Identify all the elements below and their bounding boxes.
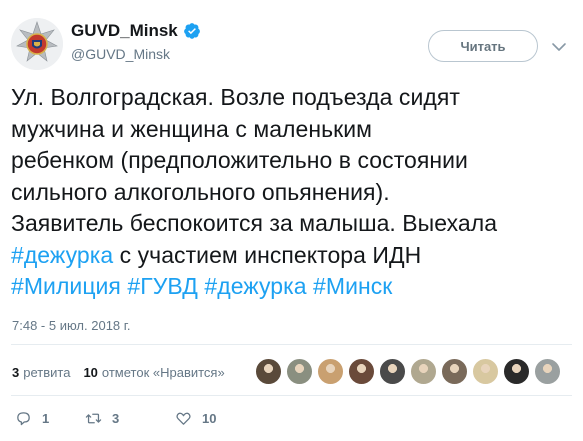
reply-icon bbox=[17, 411, 30, 425]
hashtag-link[interactable]: #Милиция bbox=[11, 273, 121, 299]
display-name[interactable]: GUVD_Minsk bbox=[71, 21, 201, 41]
profile-avatar[interactable] bbox=[11, 18, 63, 70]
likes-count: 10 bbox=[83, 364, 98, 380]
tweet-actions: 1 3 10 bbox=[15, 408, 245, 428]
follow-button[interactable]: Читать bbox=[428, 30, 538, 62]
retweet-count: 3 bbox=[112, 410, 120, 426]
tweet-text-segment: мужчина и женщина с маленьким bbox=[11, 115, 373, 142]
police-emblem-icon bbox=[11, 18, 63, 70]
like-count: 10 bbox=[202, 410, 217, 426]
likes-stat[interactable]: 10 отметок «Нравится» bbox=[83, 365, 224, 380]
liker-avatar[interactable] bbox=[472, 358, 499, 385]
tweet-text-line: #Милиция #ГУВД #дежурка #Минск bbox=[11, 271, 577, 303]
tweet-text-segment: Ул. Волгоградская. Возле подъезда сидят bbox=[11, 84, 460, 110]
divider bbox=[11, 395, 572, 396]
tweet-stats: 3 ретвита 10 отметок «Нравится» bbox=[12, 356, 572, 388]
liker-avatars bbox=[255, 358, 565, 385]
tweet-text-line: Заявитель беспокоится за малыша. Выехала bbox=[11, 208, 577, 240]
chevron-down-icon[interactable] bbox=[551, 39, 567, 55]
tweet-text-line: ребенком (предположительно в состоянии bbox=[11, 145, 577, 177]
liker-avatar[interactable] bbox=[379, 358, 406, 385]
heart-icon bbox=[176, 412, 191, 425]
verified-badge-icon bbox=[183, 23, 200, 39]
liker-avatar[interactable] bbox=[286, 358, 313, 385]
liker-avatar[interactable] bbox=[534, 358, 561, 385]
tweet-text: Ул. Волгоградская. Возле подъезда сидят м… bbox=[11, 82, 577, 303]
liker-avatar[interactable] bbox=[317, 358, 344, 385]
tweet-text-segment: Заявитель беспокоится за малыша. Выехала bbox=[11, 210, 498, 236]
liker-avatar[interactable] bbox=[348, 358, 375, 385]
tweet-timestamp[interactable]: 7:48 - 5 июл. 2018 г. bbox=[12, 318, 131, 333]
tweet-text-line: мужчина и женщина с маленьким bbox=[11, 114, 577, 146]
retweets-count: 3 bbox=[12, 364, 20, 380]
retweet-button[interactable]: 3 bbox=[85, 410, 175, 427]
display-name-text[interactable]: GUVD_Minsk bbox=[71, 21, 178, 41]
like-button[interactable]: 10 bbox=[175, 410, 245, 427]
hashtag-link[interactable]: #дежурка bbox=[11, 242, 113, 268]
retweet-icon bbox=[85, 413, 102, 423]
tweet-text-segment: сильного алкогольного опьянения). bbox=[11, 178, 390, 205]
tweet-text-segment: ребенком (предположительно в состоянии bbox=[11, 147, 468, 173]
tweet-text-line: Ул. Волгоградская. Возле подъезда сидят bbox=[11, 82, 577, 114]
tweet-text-line: #дежурка с участием инспектора ИДН bbox=[11, 240, 577, 272]
retweets-label: ретвита bbox=[23, 364, 71, 380]
likes-label: отметок «Нравится» bbox=[101, 364, 225, 380]
tweet-text-segment: с участием инспектора ИДН bbox=[113, 241, 422, 268]
reply-count: 1 bbox=[42, 410, 50, 426]
retweets-stat[interactable]: 3 ретвита bbox=[12, 365, 70, 380]
account-handle[interactable]: @GUVD_Minsk bbox=[71, 46, 201, 62]
reply-button[interactable]: 1 bbox=[15, 410, 85, 427]
tweet-text-line: сильного алкогольного опьянения). bbox=[11, 177, 577, 209]
liker-avatar[interactable] bbox=[503, 358, 530, 385]
divider bbox=[11, 344, 572, 345]
liker-avatar[interactable] bbox=[441, 358, 468, 385]
hashtag-link[interactable]: #ГУВД bbox=[127, 273, 198, 299]
liker-avatar[interactable] bbox=[255, 358, 282, 385]
hashtag-link[interactable]: #Минск bbox=[313, 273, 392, 299]
tweet-header: GUVD_Minsk @GUVD_Minsk Читать bbox=[11, 14, 573, 74]
hashtag-link[interactable]: #дежурка bbox=[204, 273, 306, 299]
liker-avatar[interactable] bbox=[410, 358, 437, 385]
